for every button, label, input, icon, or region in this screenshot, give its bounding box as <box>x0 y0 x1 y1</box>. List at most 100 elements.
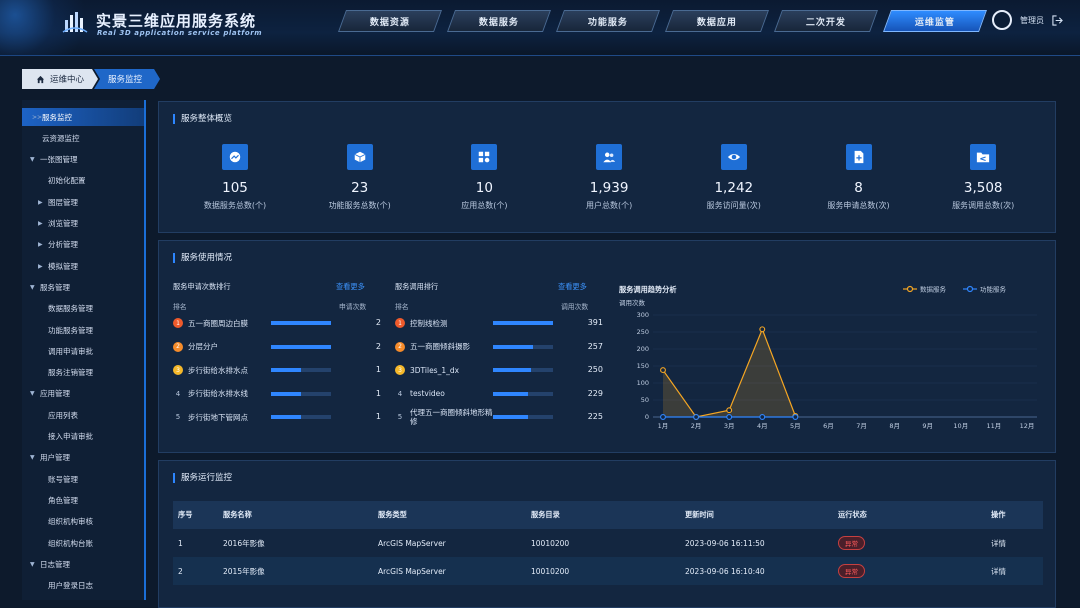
data-point[interactable] <box>792 414 799 420</box>
cube-icon <box>346 144 373 170</box>
table-cell-no: 2 <box>178 566 183 576</box>
call-rank-more-link[interactable]: 查看更多 <box>558 282 587 292</box>
rank-row[interactable]: 1 控制线检测 <box>395 316 495 330</box>
x-tick-label: 8月 <box>889 422 900 430</box>
sidebar-item-label: 服务监控 <box>42 112 72 122</box>
nav-tab-label: 运维监管 <box>914 17 955 28</box>
rank-badge: 1 <box>173 318 183 328</box>
sidebar-item-label: 数据服务管理 <box>48 304 93 314</box>
sidebar-item-label: 应用列表 <box>48 410 78 420</box>
sidebar-item-16[interactable]: ▼ 用户管理 <box>22 449 144 467</box>
sidebar-item-15[interactable]: 接入申请审批 <box>22 428 144 446</box>
folder-share-icon <box>970 144 997 170</box>
rank-row[interactable]: 1 五一商圈周边白膜 <box>173 316 273 330</box>
data-point[interactable] <box>660 367 666 374</box>
table-row[interactable]: 2 2015年影像 ArcGIS MapServer 10010200 2023-09-… <box>173 557 1043 585</box>
sidebar-item-label: 服务管理 <box>40 282 70 292</box>
sidebar-item-20[interactable]: 组织机构台账 <box>22 534 144 552</box>
data-point[interactable] <box>660 414 666 420</box>
stat-label: 数据服务总数(个) <box>203 201 267 210</box>
stat-label: 服务访问量(次) <box>706 201 761 210</box>
nav-tab-0[interactable]: 数据资源 <box>337 10 443 32</box>
sidebar-item-label: 图层管理 <box>48 197 78 207</box>
sidebar-item-13[interactable]: ▼ 应用管理 <box>22 385 144 403</box>
logout-icon[interactable] <box>1052 14 1063 26</box>
rank-row[interactable]: 3 步行街给水排水点 <box>173 363 273 377</box>
messenger-icon <box>222 144 248 170</box>
table-row[interactable]: 1 2016年影像 ArcGIS MapServer 10010200 2023-09-… <box>173 529 1043 557</box>
rank-value: 229 <box>587 388 603 398</box>
sidebar-item-label: 模拟管理 <box>48 261 78 271</box>
rank-row[interactable]: 5 代理五一商圈倾斜地形精修 <box>395 408 495 426</box>
sidebar-item-22[interactable]: 用户登录日志 <box>22 577 144 595</box>
apply-rank-more-link[interactable]: 查看更多 <box>336 282 365 292</box>
username[interactable]: 管理员 <box>1020 15 1044 26</box>
data-point[interactable] <box>759 326 766 333</box>
data-point[interactable] <box>726 407 733 414</box>
rank-row[interactable]: 5 步行街地下管网点 <box>173 410 273 424</box>
x-tick-label: 1月 <box>658 422 669 430</box>
nav-tab-3[interactable]: 数据应用 <box>664 10 770 32</box>
stat-label: 服务申请总数(次) <box>827 201 890 210</box>
nav-tab-1[interactable]: 数据服务 <box>446 10 552 32</box>
nav-tab-label: 数据资源 <box>369 17 410 28</box>
apply-rank-col-rank: 排名 <box>173 303 187 311</box>
sidebar-item-label: 调用申请审批 <box>48 346 93 356</box>
rank-name: 五一商圈倾斜摄影 <box>410 342 470 351</box>
rank-name: 步行街地下管网点 <box>188 412 248 422</box>
sidebar-item-6[interactable]: ▶ 分析管理 <box>22 236 144 254</box>
stat-label: 用户总数(个) <box>585 201 633 210</box>
rank-row[interactable]: 2 五一商圈倾斜摄影 <box>395 340 495 354</box>
nav-tab-4[interactable]: 二次开发 <box>773 10 879 32</box>
nav-tab-2[interactable]: 功能服务 <box>555 10 661 32</box>
y-tick-label: 200 <box>637 345 649 353</box>
rank-row[interactable]: 4 步行街给水排水线 <box>173 387 273 401</box>
table-cell-action[interactable]: 详情 <box>991 529 1006 557</box>
sidebar-item-3[interactable]: 初始化配置 <box>22 172 144 190</box>
sidebar-item-label: 角色管理 <box>48 495 78 505</box>
rank-row[interactable]: 4 testvideo <box>395 387 495 401</box>
sidebar-item-9[interactable]: 数据服务管理 <box>22 300 144 318</box>
sidebar-item-18[interactable]: 角色管理 <box>22 491 144 509</box>
sidebar-item-label: 组织机构审核 <box>48 517 93 527</box>
home-icon <box>36 75 45 84</box>
rank-bar-fill <box>493 391 529 396</box>
sidebar-item-8[interactable]: ▼ 服务管理 <box>22 278 144 296</box>
rank-value: 1 <box>375 388 381 398</box>
table-cell-time: 2023-09-06 16:10:40 <box>685 566 765 576</box>
breadcrumb-home-label: 运维中心 <box>50 75 85 85</box>
call-rank-col-rank: 排名 <box>395 303 409 311</box>
data-point[interactable] <box>693 414 700 420</box>
avatar[interactable] <box>992 10 1012 30</box>
trend-chart: 调用次数 0 50 100 150 200 250 300 1月 2月 3月 4月 5月 6月 7月 8月 9月… <box>619 285 1037 430</box>
sidebar-item-21[interactable]: ▼ 日志管理 <box>22 555 144 573</box>
breadcrumb-home[interactable]: 运维中心 <box>22 69 98 89</box>
rank-name: 分层分户 <box>188 342 218 351</box>
sidebar-item-4[interactable]: ▶ 图层管理 <box>22 193 144 211</box>
rank-row[interactable]: 3 3DTiles_1_dx <box>395 363 495 377</box>
sidebar-item-0[interactable]: >> 服务监控 <box>22 108 144 126</box>
nav-tab-5[interactable]: 运维监管 <box>882 10 988 32</box>
sidebar-item-7[interactable]: ▶ 模拟管理 <box>22 257 144 275</box>
x-tick-label: 2月 <box>691 422 702 430</box>
rank-bar <box>493 321 553 325</box>
rank-row[interactable]: 2 分层分户 <box>173 340 273 354</box>
nav-tab-label: 数据应用 <box>696 17 737 28</box>
data-point[interactable] <box>759 414 766 420</box>
rank-bar <box>271 368 331 372</box>
sidebar-item-2[interactable]: ▼ 一张图管理 <box>22 151 144 169</box>
sidebar-item-12[interactable]: 服务注销管理 <box>22 364 144 382</box>
legend-label[interactable]: 功能服务 <box>980 285 1007 294</box>
sidebar-item-10[interactable]: 功能服务管理 <box>22 321 144 339</box>
sidebar-item-19[interactable]: 组织机构审核 <box>22 513 144 531</box>
sidebar-item-11[interactable]: 调用申请审批 <box>22 342 144 360</box>
sidebar-item-5[interactable]: ▶ 浏览管理 <box>22 215 144 233</box>
table-cell-action[interactable]: 详情 <box>991 557 1006 585</box>
sidebar-item-14[interactable]: 应用列表 <box>22 406 144 424</box>
legend-label[interactable]: 数据服务 <box>920 285 947 294</box>
sidebar-item-17[interactable]: 账号管理 <box>22 470 144 488</box>
data-point[interactable] <box>726 414 733 420</box>
sidebar-item-1[interactable]: 云资源监控 <box>22 129 144 147</box>
rank-bar <box>271 391 331 396</box>
top-header: 实景三维应用服务系统 Real 3D application service p… <box>0 0 1080 56</box>
